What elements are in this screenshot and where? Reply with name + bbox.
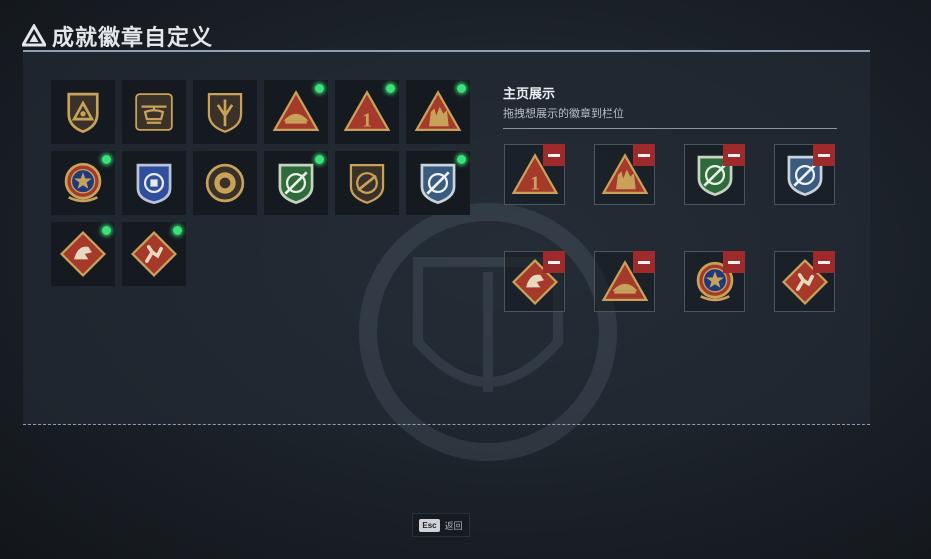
soldiers-triangle-badge-icon <box>414 90 462 131</box>
minus-icon <box>818 153 830 157</box>
triangle-logo-icon <box>22 24 46 47</box>
remove-badge-button[interactable] <box>543 251 565 273</box>
badge-cell[interactable] <box>264 80 328 144</box>
helicopter-badge-icon <box>135 93 173 131</box>
showcase-slots: 1 <box>504 144 835 312</box>
new-indicator-dot <box>456 83 467 94</box>
badge-cell[interactable] <box>51 222 115 286</box>
back-label: 返回 <box>444 520 463 531</box>
svg-text:1: 1 <box>362 109 372 131</box>
esc-key-hint: Esc <box>419 518 440 532</box>
page-title: 成就徽章自定义 <box>52 25 214 50</box>
remove-badge-button[interactable] <box>543 144 565 166</box>
badge-cell[interactable] <box>264 151 328 215</box>
new-indicator-dot <box>456 154 467 165</box>
minus-icon <box>548 153 560 157</box>
badge-cell[interactable] <box>51 80 115 144</box>
showcase-slot[interactable] <box>594 144 655 205</box>
showcase-slot[interactable] <box>684 251 745 312</box>
showcase-header: 主页展示 拖拽想展示的徽章到栏位 <box>503 83 837 129</box>
new-indicator-dot <box>101 225 112 236</box>
minus-icon <box>638 260 650 264</box>
minus-icon <box>728 260 740 264</box>
number-one-triangle-badge-icon: 1 <box>343 90 391 131</box>
hat-triangle-badge-icon <box>272 90 320 131</box>
blue-police-shield-badge-icon <box>136 163 172 205</box>
rifle-shield-badge-icon <box>349 164 385 204</box>
badge-cell[interactable] <box>122 151 186 215</box>
new-indicator-dot <box>385 83 396 94</box>
remove-badge-button[interactable] <box>633 251 655 273</box>
new-indicator-dot <box>314 83 325 94</box>
new-indicator-dot <box>101 154 112 165</box>
badge-cell[interactable]: 1 <box>335 80 399 144</box>
showcase-slot[interactable] <box>504 251 565 312</box>
badge-cell[interactable] <box>122 80 186 144</box>
arrow-shield-badge-icon <box>207 93 243 133</box>
new-indicator-dot <box>172 225 183 236</box>
star-medal-badge-icon <box>64 162 102 203</box>
remove-badge-button[interactable] <box>813 251 835 273</box>
badge-cell[interactable] <box>406 80 470 144</box>
minus-icon <box>818 260 830 264</box>
page-header: 成就徽章自定义 <box>22 20 213 52</box>
showcase-slot[interactable] <box>684 144 745 205</box>
blue-crosshair-shield-badge-icon <box>420 163 456 205</box>
minus-icon <box>638 153 650 157</box>
remove-badge-button[interactable] <box>633 144 655 166</box>
badge-cell[interactable] <box>406 151 470 215</box>
remove-badge-button[interactable] <box>723 144 745 166</box>
badge-cell[interactable] <box>193 80 257 144</box>
showcase-subtitle: 拖拽想展示的徽章到栏位 <box>503 108 624 120</box>
minus-icon <box>728 153 740 157</box>
remove-badge-button[interactable] <box>723 251 745 273</box>
svg-text:1: 1 <box>530 172 540 194</box>
triangle-shield-badge-icon <box>67 92 99 134</box>
showcase-slot[interactable] <box>774 144 835 205</box>
badge-cell[interactable] <box>51 151 115 215</box>
badge-cell[interactable] <box>193 151 257 215</box>
dragon-diamond-badge-icon <box>59 230 107 278</box>
new-indicator-dot <box>314 154 325 165</box>
badge-cell[interactable] <box>122 222 186 286</box>
badge-cell[interactable] <box>335 151 399 215</box>
customization-panel: 1 主页展示 拖拽想展示的徽章到栏位 1 <box>23 50 870 461</box>
back-button[interactable]: Esc 返回 <box>412 513 470 537</box>
round-emblem-badge-icon <box>205 163 245 203</box>
showcase-slot[interactable] <box>774 251 835 312</box>
showcase-slot[interactable] <box>594 251 655 312</box>
green-crosshair-shield-badge-icon <box>278 163 314 205</box>
remove-badge-button[interactable] <box>813 144 835 166</box>
showcase-title: 主页展示 <box>503 86 556 101</box>
showcase-slot[interactable]: 1 <box>504 144 565 205</box>
minus-icon <box>548 260 560 264</box>
badge-collection-grid: 1 <box>51 80 470 286</box>
runner-diamond-badge-icon <box>130 230 178 278</box>
